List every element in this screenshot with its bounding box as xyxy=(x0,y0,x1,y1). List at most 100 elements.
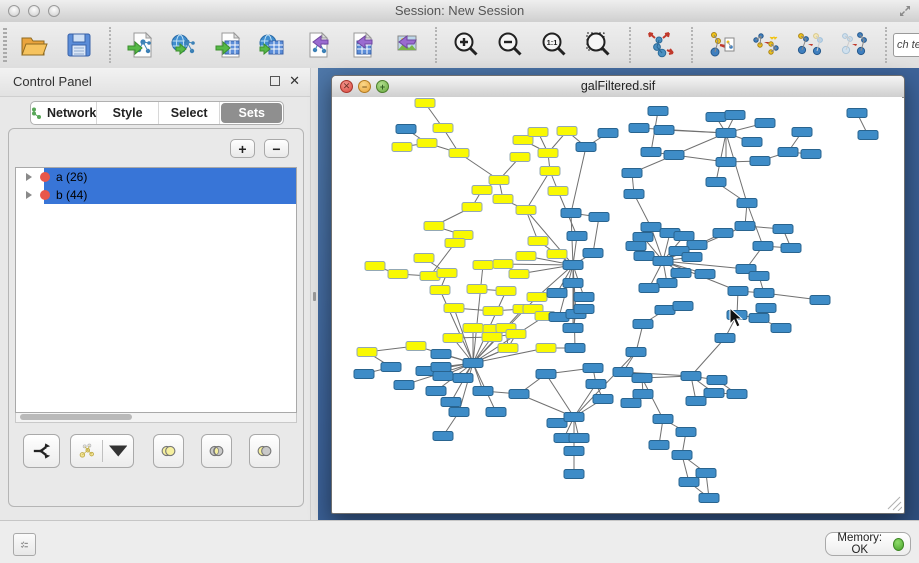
graph-node-selected[interactable] xyxy=(540,167,560,176)
scrollbar-thumb[interactable] xyxy=(20,414,132,420)
difference-sets-button[interactable] xyxy=(249,434,280,468)
graph-node[interactable] xyxy=(633,233,653,242)
save-session-button[interactable] xyxy=(61,27,97,63)
graph-node[interactable] xyxy=(426,387,446,396)
graph-node[interactable] xyxy=(749,272,769,281)
graph-node-selected[interactable] xyxy=(548,187,568,196)
graph-node[interactable] xyxy=(574,293,594,302)
graph-node-selected[interactable] xyxy=(473,261,493,270)
graph-node[interactable] xyxy=(735,222,755,231)
graph-edge[interactable] xyxy=(571,147,586,213)
first-neighbors-button[interactable] xyxy=(749,27,785,63)
import-table-web-button[interactable] xyxy=(255,27,291,63)
graph-node-selected[interactable] xyxy=(498,344,518,353)
tab-sets[interactable]: Sets xyxy=(221,103,282,123)
graph-node[interactable] xyxy=(563,261,583,270)
graph-node-selected[interactable] xyxy=(462,203,482,212)
graph-node[interactable] xyxy=(394,381,414,390)
graph-node[interactable] xyxy=(613,368,633,377)
graph-node[interactable] xyxy=(672,451,692,460)
graph-node[interactable] xyxy=(755,119,775,128)
graph-node[interactable] xyxy=(756,304,776,313)
graph-node[interactable] xyxy=(695,270,715,279)
import-table-file-button[interactable] xyxy=(211,27,247,63)
graph-node[interactable] xyxy=(704,389,724,398)
graph-node[interactable] xyxy=(687,241,707,250)
graph-node[interactable] xyxy=(648,107,668,116)
graph-node-selected[interactable] xyxy=(430,286,450,295)
graph-node[interactable] xyxy=(486,408,506,417)
tab-network[interactable]: Network xyxy=(31,102,97,124)
graph-node[interactable] xyxy=(707,376,727,385)
graph-node[interactable] xyxy=(810,296,830,305)
graph-node[interactable] xyxy=(715,334,735,343)
graph-node-selected[interactable] xyxy=(527,293,547,302)
graph-node[interactable] xyxy=(396,125,416,134)
graph-node[interactable] xyxy=(564,470,584,479)
graph-node-selected[interactable] xyxy=(365,262,385,271)
import-network-web-button[interactable] xyxy=(167,27,203,63)
graph-edge[interactable] xyxy=(473,265,483,363)
graph-node-selected[interactable] xyxy=(424,222,444,231)
network-canvas[interactable] xyxy=(332,97,902,511)
graph-node[interactable] xyxy=(657,279,677,288)
graph-node[interactable] xyxy=(629,124,649,133)
graph-node-selected[interactable] xyxy=(496,287,516,296)
search-input[interactable] xyxy=(893,33,919,57)
graph-node[interactable] xyxy=(679,478,699,487)
memory-status-button[interactable]: Memory: OK xyxy=(825,532,911,556)
graph-node-selected[interactable] xyxy=(437,269,457,278)
graph-node-selected[interactable] xyxy=(516,252,536,261)
expander-icon[interactable] xyxy=(26,191,32,199)
graph-node[interactable] xyxy=(593,395,613,404)
show-all-button[interactable] xyxy=(837,27,873,63)
graph-node[interactable] xyxy=(713,229,733,238)
graph-node[interactable] xyxy=(453,374,473,383)
graph-node-selected[interactable] xyxy=(483,307,503,316)
graph-node[interactable] xyxy=(586,380,606,389)
intersect-sets-button[interactable] xyxy=(201,434,232,468)
graph-node[interactable] xyxy=(749,314,769,323)
set-row-a[interactable]: a (26) xyxy=(16,168,296,186)
graph-node[interactable] xyxy=(649,441,669,450)
graph-node-selected[interactable] xyxy=(445,239,465,248)
graph-node[interactable] xyxy=(727,390,747,399)
graph-node[interactable] xyxy=(686,397,706,406)
graph-node[interactable] xyxy=(671,269,691,278)
graph-node-selected[interactable] xyxy=(538,149,558,158)
graph-node-selected[interactable] xyxy=(415,99,435,108)
import-network-file-button[interactable] xyxy=(123,27,159,63)
graph-node[interactable] xyxy=(574,305,594,314)
graph-edge[interactable] xyxy=(593,217,599,253)
fullscreen-icon[interactable] xyxy=(897,3,913,19)
graph-node[interactable] xyxy=(716,158,736,167)
horizontal-scrollbar[interactable] xyxy=(15,413,297,423)
graph-node-selected[interactable] xyxy=(357,348,377,357)
graph-node[interactable] xyxy=(632,374,652,383)
graph-node[interactable] xyxy=(778,148,798,157)
graph-node-selected[interactable] xyxy=(392,143,412,152)
graph-node-selected[interactable] xyxy=(493,195,513,204)
graph-edge[interactable] xyxy=(691,338,725,376)
graph-node[interactable] xyxy=(639,284,659,293)
union-sets-button[interactable] xyxy=(153,434,184,468)
graph-node[interactable] xyxy=(781,244,801,253)
graph-node[interactable] xyxy=(449,408,469,417)
network-frame[interactable]: ✕ − + galFiltered.sif xyxy=(331,75,905,514)
graph-node[interactable] xyxy=(583,364,603,373)
graph-node[interactable] xyxy=(433,372,453,381)
graph-node[interactable] xyxy=(598,129,618,138)
graph-node-selected[interactable] xyxy=(388,270,408,279)
graph-node[interactable] xyxy=(754,289,774,298)
graph-node-selected[interactable] xyxy=(528,128,548,137)
add-set-button[interactable]: + xyxy=(230,139,255,158)
graph-node[interactable] xyxy=(567,232,587,241)
zoom-selected-button[interactable] xyxy=(581,27,617,63)
network-graph[interactable] xyxy=(332,97,902,511)
graph-node[interactable] xyxy=(563,279,583,288)
frame-resize-grip[interactable] xyxy=(888,497,902,511)
open-session-button[interactable] xyxy=(17,27,53,63)
graph-node[interactable] xyxy=(589,213,609,222)
graph-node-selected[interactable] xyxy=(449,149,469,158)
graph-node[interactable] xyxy=(653,257,673,266)
